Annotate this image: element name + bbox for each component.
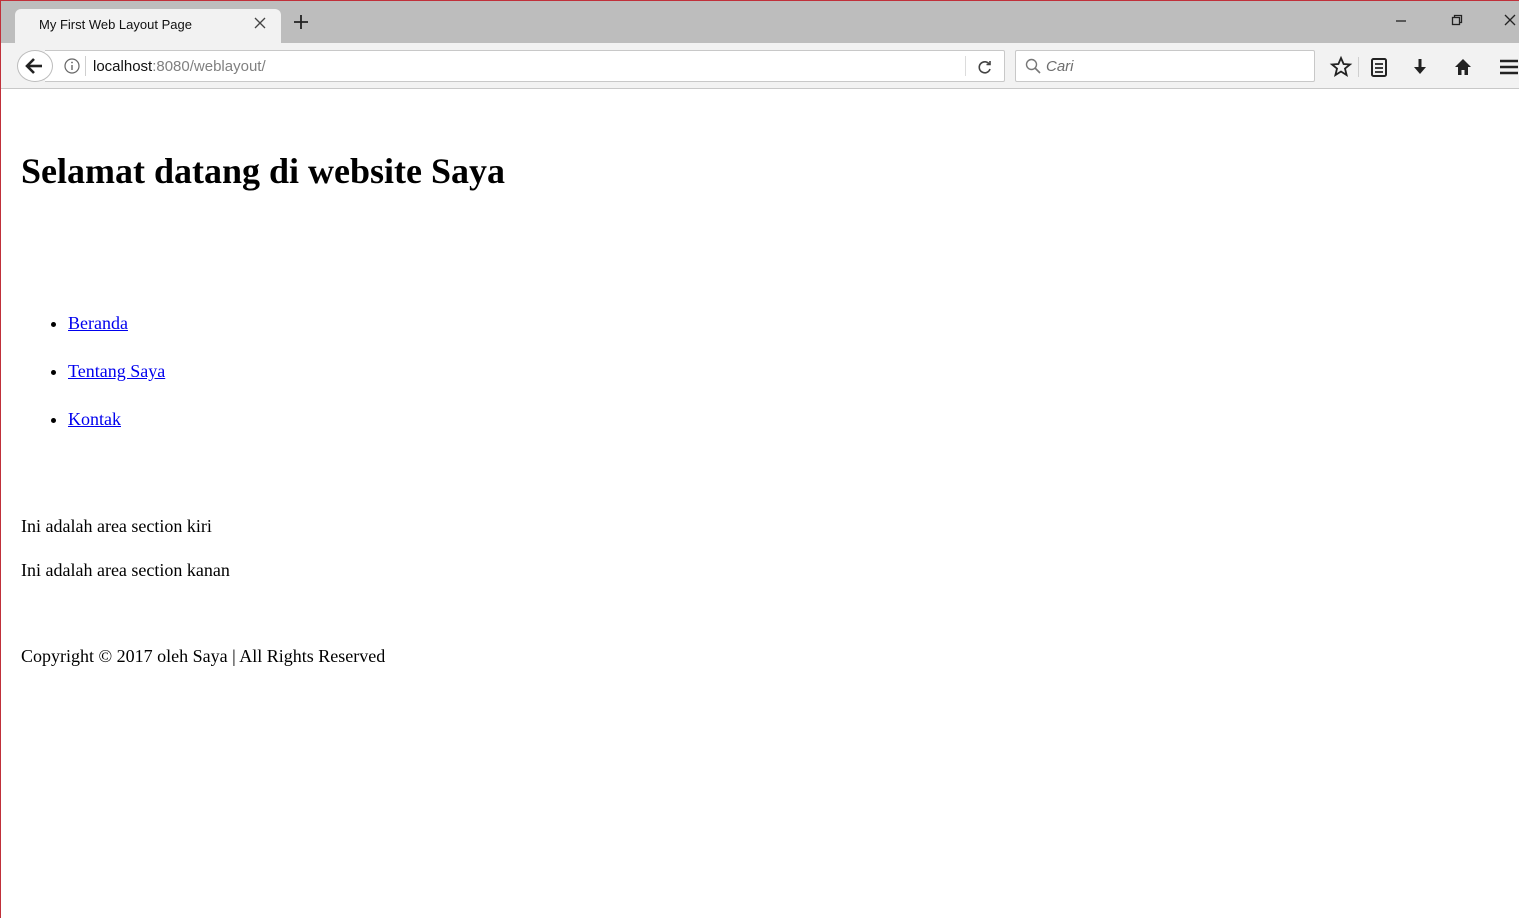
browser-window: My First Web Layout Page localhost:8080/…: [0, 0, 1519, 918]
nav-link-kontak[interactable]: Kontak: [68, 409, 121, 429]
url-host: localhost: [93, 58, 153, 75]
plus-icon: [294, 15, 308, 29]
address-bar[interactable]: localhost:8080/weblayout/: [45, 50, 1005, 82]
browser-tab[interactable]: My First Web Layout Page: [15, 9, 281, 43]
page-title: Selamat datang di website Saya: [21, 151, 506, 191]
tab-strip: My First Web Layout Page: [1, 1, 1519, 43]
close-tab-icon[interactable]: [251, 14, 269, 32]
navigation-toolbar: localhost:8080/weblayout/: [1, 43, 1519, 89]
reload-button[interactable]: [973, 55, 997, 79]
tab-title: My First Web Layout Page: [39, 17, 192, 32]
nav-item-kontak: Kontak: [68, 406, 165, 454]
url-divider: [85, 56, 86, 76]
nav-item-beranda: Beranda: [68, 310, 165, 358]
section-left-text: Ini adalah area section kiri: [21, 516, 212, 536]
close-window-button[interactable]: [1498, 11, 1519, 35]
home-icon[interactable]: [1451, 55, 1475, 79]
search-input[interactable]: [1046, 55, 1306, 77]
search-bar[interactable]: [1015, 50, 1315, 82]
reload-icon: [978, 61, 991, 74]
section-right-text: Ini adalah area section kanan: [21, 560, 230, 580]
bookmark-star-icon[interactable]: [1329, 55, 1353, 79]
info-icon[interactable]: [63, 57, 81, 75]
page-content: Selamat datang di website Saya Beranda T…: [1, 90, 1519, 918]
back-button[interactable]: [17, 50, 53, 82]
nav-link-beranda[interactable]: Beranda: [68, 313, 128, 333]
restore-icon: [1451, 14, 1463, 26]
footer-copyright: Copyright © 2017 oleh Saya | All Rights …: [21, 646, 386, 666]
toolbar-divider: [1358, 57, 1359, 77]
minimize-button[interactable]: [1389, 11, 1413, 35]
nav-link-tentang-saya[interactable]: Tentang Saya: [68, 361, 165, 381]
url-path: :8080/weblayout/: [152, 58, 266, 75]
nav-item-tentang-saya: Tentang Saya: [68, 358, 165, 406]
clipboard-icon[interactable]: [1367, 55, 1391, 79]
url-text[interactable]: localhost:8080/weblayout/: [93, 58, 266, 75]
search-icon: [1024, 57, 1042, 75]
minimize-icon: [1396, 20, 1406, 22]
restore-button[interactable]: [1445, 11, 1469, 35]
arrow-left-icon: [25, 58, 42, 74]
reload-divider: [965, 56, 966, 76]
new-tab-button[interactable]: [291, 13, 311, 33]
close-icon: [1504, 14, 1516, 26]
download-icon[interactable]: [1408, 55, 1432, 79]
site-nav-list: Beranda Tentang Saya Kontak: [21, 310, 165, 454]
hamburger-menu-icon[interactable]: [1497, 55, 1519, 79]
